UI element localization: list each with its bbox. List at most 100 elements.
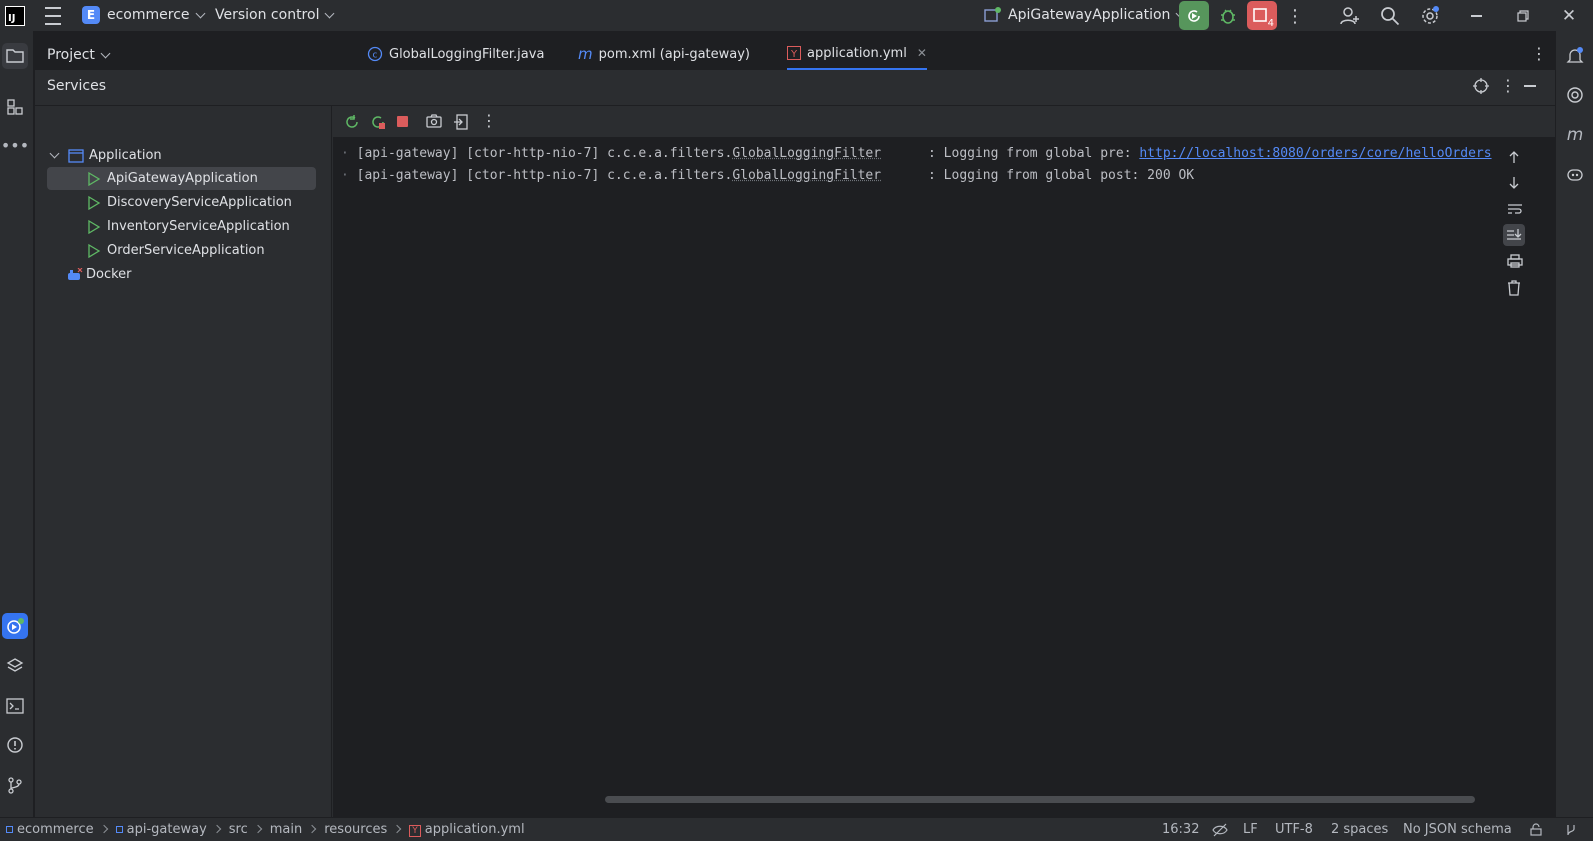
breadcrumb-item[interactable]: application.yml <box>425 822 525 837</box>
main-menu-icon[interactable] <box>39 2 67 30</box>
tree-item-order-service[interactable]: OrderServiceApplication <box>87 239 265 262</box>
breadcrumb-item[interactable]: ecommerce <box>17 822 94 837</box>
tree-node-application[interactable]: Application <box>49 144 162 167</box>
breadcrumb-item[interactable]: api-gateway <box>127 822 207 837</box>
maven-icon: m <box>578 45 593 63</box>
project-selector[interactable]: E ecommerce <box>82 6 205 24</box>
scroll-up-icon[interactable] <box>1507 150 1521 168</box>
readonly-toggle-icon[interactable] <box>1212 823 1228 841</box>
print-icon[interactable] <box>1507 254 1523 272</box>
maven-icon: m <box>1566 125 1584 145</box>
layers-tool-button[interactable] <box>2 653 28 679</box>
structure-tool-button[interactable] <box>2 94 28 120</box>
version-control-menu[interactable]: Version control <box>215 7 335 23</box>
indent-setting[interactable]: 2 spaces <box>1331 822 1388 837</box>
settings-button[interactable] <box>1416 2 1444 30</box>
git-status-icon[interactable] <box>1564 823 1578 841</box>
console-more-icon[interactable]: ⋮ <box>481 111 497 130</box>
run-icon <box>88 171 101 186</box>
restart-service-icon[interactable] <box>370 114 386 134</box>
git-tool-button[interactable] <box>2 772 28 798</box>
breadcrumb: ecommerce api-gateway src main resources Yapp… <box>6 822 525 837</box>
lock-icon[interactable] <box>1530 823 1542 840</box>
bell-icon <box>1566 47 1584 63</box>
problems-icon <box>7 737 23 753</box>
tree-item-inventory-service[interactable]: InventoryServiceApplication <box>87 215 290 238</box>
chevron-down-icon <box>100 48 111 58</box>
code-with-me-button[interactable] <box>1336 2 1364 30</box>
services-options-icon[interactable]: ⋮ <box>1500 76 1516 95</box>
tab-pom-xml[interactable]: m pom.xml (api-gateway) <box>578 38 750 70</box>
breadcrumb-item[interactable]: main <box>270 822 302 837</box>
notifications-button[interactable] <box>1562 43 1588 69</box>
svg-text:Y: Y <box>790 49 798 60</box>
scroll-to-end-button[interactable] <box>1503 224 1525 246</box>
horizontal-scrollbar[interactable] <box>605 796 1475 803</box>
trash-icon[interactable] <box>1507 280 1521 300</box>
chevron-down-icon <box>325 8 335 18</box>
console-panel: ⋮ · [api-gateway] [ctor-http-nio-7] c.c.… <box>333 106 1555 817</box>
breadcrumb-item[interactable]: resources <box>324 822 387 837</box>
tab-application-yml[interactable]: Y application.yml ✕ <box>787 38 927 70</box>
application-icon <box>68 148 84 163</box>
hide-panel-icon[interactable] <box>1524 85 1536 87</box>
log-class[interactable]: GlobalLoggingFilter <box>732 146 881 161</box>
svg-text:c: c <box>373 51 378 61</box>
rerun-service-icon[interactable] <box>344 114 360 134</box>
services-icon <box>7 618 24 634</box>
terminal-tool-button[interactable] <box>2 693 28 719</box>
services-panel: Services ⋮ Application ApiGatewayApplica… <box>35 70 1555 817</box>
scroll-down-icon[interactable] <box>1507 176 1521 194</box>
tree-node-docker[interactable]: Docker <box>67 263 132 286</box>
gear-icon <box>1422 6 1439 24</box>
log-class[interactable]: GlobalLoggingFilter <box>732 168 881 183</box>
close-window-button[interactable]: ✕ <box>1555 2 1583 30</box>
log-link[interactable]: http://localhost:8080/orders/core/helloO… <box>1139 146 1491 161</box>
search-button[interactable] <box>1376 2 1404 30</box>
ai-assistant-button[interactable] <box>1562 82 1588 108</box>
minimize-window-button[interactable] <box>1462 2 1490 30</box>
right-tool-strip: m <box>1555 31 1593 817</box>
project-view-selector[interactable]: Project <box>47 47 111 63</box>
maven-tool-button[interactable]: m <box>1562 122 1588 148</box>
copilot-tool-button[interactable] <box>1562 161 1588 187</box>
tab-global-logging-filter[interactable]: c GlobalLoggingFilter.java <box>367 38 544 70</box>
module-icon <box>6 826 13 833</box>
problems-tool-button[interactable] <box>2 732 28 758</box>
tabs-more-icon[interactable]: ⋮ <box>1531 44 1547 63</box>
rerun-button[interactable] <box>1179 1 1209 30</box>
more-actions-icon[interactable]: ⋮ <box>1281 2 1309 30</box>
json-schema-selector[interactable]: No JSON schema <box>1403 822 1512 837</box>
status-bar: ecommerce api-gateway src main resources Yapp… <box>0 817 1593 841</box>
exit-icon[interactable] <box>453 114 469 134</box>
file-encoding[interactable]: UTF-8 <box>1275 822 1313 837</box>
editor-tabs: c GlobalLoggingFilter.java m pom.xml (ap… <box>335 38 1555 70</box>
soft-wrap-icon[interactable] <box>1507 202 1523 220</box>
caret-position[interactable]: 16:32 <box>1162 822 1199 837</box>
stop-button[interactable]: 4 <box>1247 1 1277 30</box>
run-config-icon <box>984 7 1001 22</box>
run-config-selector[interactable]: ApiGatewayApplication <box>984 7 1186 23</box>
restore-window-button[interactable] <box>1509 2 1537 30</box>
ai-assistant-icon <box>1567 87 1583 103</box>
stop-service-icon[interactable] <box>397 116 408 127</box>
layers-icon <box>6 658 24 672</box>
close-tab-icon[interactable]: ✕ <box>917 46 927 60</box>
locate-icon[interactable] <box>1473 78 1489 98</box>
terminal-icon <box>6 698 24 714</box>
breadcrumb-item[interactable]: src <box>229 822 248 837</box>
line-separator[interactable]: LF <box>1243 822 1258 837</box>
debug-button[interactable] <box>1214 2 1242 30</box>
title-bar: IJ E ecommerce Version control ApiGatewa… <box>0 0 1593 31</box>
intellij-logo-icon: IJ <box>5 6 25 26</box>
more-tools-icon[interactable]: ••• <box>1 132 29 158</box>
log-message: : Logging from global post: 200 OK <box>881 168 1195 183</box>
project-tool-button[interactable] <box>2 43 28 69</box>
docker-icon <box>68 267 83 280</box>
module-icon <box>115 826 123 833</box>
tree-item-api-gateway[interactable]: ApiGatewayApplication <box>87 167 258 190</box>
project-badge: E <box>82 6 100 24</box>
services-tool-button[interactable] <box>2 613 28 639</box>
camera-icon[interactable] <box>426 114 442 132</box>
tree-item-discovery-service[interactable]: DiscoveryServiceApplication <box>87 191 292 214</box>
